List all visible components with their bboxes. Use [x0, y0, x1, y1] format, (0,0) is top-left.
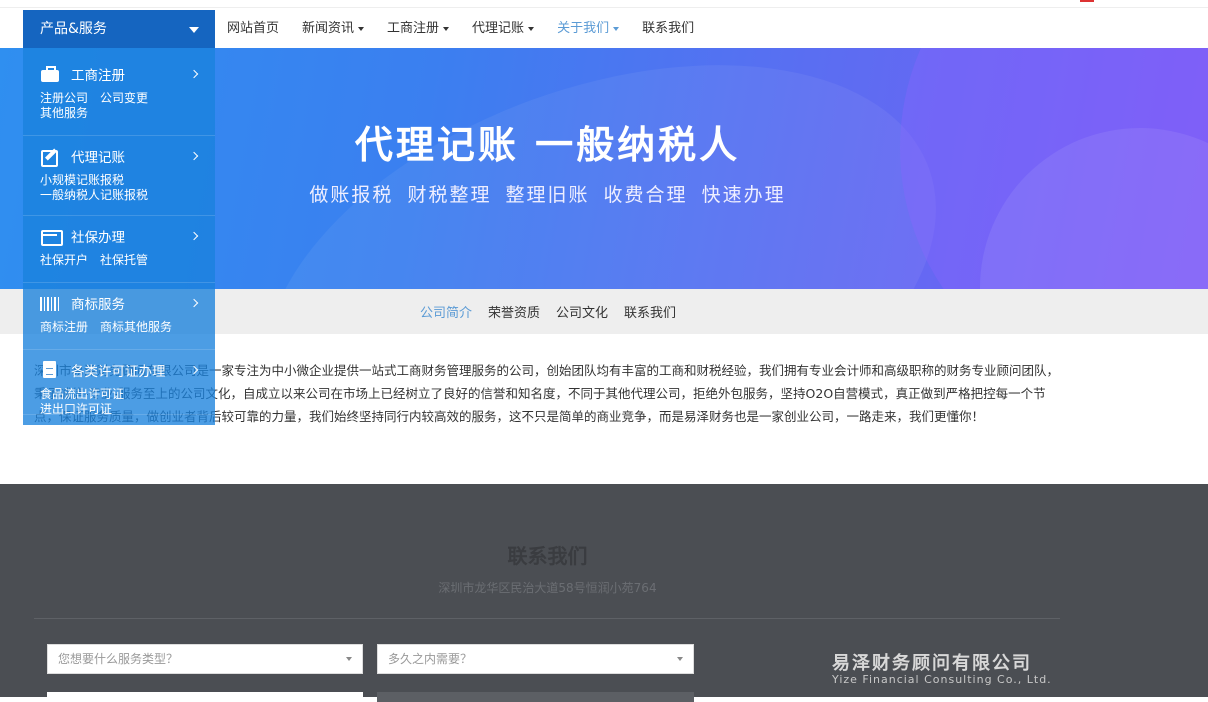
subnav-tab[interactable]: 公司文化: [556, 302, 608, 321]
contact-title: 联系我们: [507, 544, 588, 568]
top-strip: [0, 0, 1208, 8]
menu-section-header[interactable]: 各类许可证办理: [40, 360, 166, 380]
briefcase-icon: [40, 65, 60, 83]
caret-down-icon: [528, 27, 535, 31]
edit-icon: [40, 147, 60, 167]
timeframe-select[interactable]: 多久之内需要？: [377, 644, 694, 674]
subnav-items: 公司简介 荣誉资质 公司文化 联系我们: [420, 289, 692, 334]
chevron-right-icon: [189, 69, 199, 79]
menu-sub-link[interactable]: 小规模记账报税: [40, 173, 124, 187]
menu-sub-link[interactable]: 其他服务: [40, 106, 88, 120]
menu-section: 社保办理社保开户 社保托管: [23, 216, 215, 283]
timeframe-placeholder: 多久之内需要？: [388, 652, 473, 666]
document-icon: [40, 361, 60, 379]
nav-link-label: 关于我们: [557, 21, 610, 36]
menu-section-title: 社保办理: [71, 230, 125, 246]
nav-link[interactable]: 联系我们: [642, 10, 694, 48]
menu-section-title: 工商注册: [71, 68, 125, 84]
service-type-placeholder: 您想要什么服务类型？: [58, 652, 179, 666]
chevron-right-icon: [189, 231, 199, 241]
nav-link[interactable]: 新闻资讯: [302, 10, 365, 48]
menu-section-links: 社保开户 社保托管: [40, 253, 210, 268]
card-icon: [40, 227, 63, 246]
menu-section: 各类许可证办理食品流出许可证 进出口许可证: [23, 350, 215, 417]
subnav-tab[interactable]: 公司简介: [420, 302, 472, 321]
menu-section-links: 食品流出许可证 进出口许可证: [40, 387, 210, 417]
product-dropdown-menu: 工商注册注册公司 公司变更 其他服务代理记账小规模记账报税 一般纳税人记账报税社保办理…: [23, 48, 215, 425]
menu-section-header[interactable]: 商标服务: [40, 293, 125, 313]
menu-section-header[interactable]: 工商注册: [40, 64, 125, 84]
menu-section: 商标服务商标注册 商标其他服务: [23, 283, 215, 350]
menu-sub-link[interactable]: 商标其他服务: [100, 320, 172, 334]
caret-down-icon: [613, 27, 620, 31]
company-name-en: Yize Financial Consulting Co., Ltd.: [832, 673, 1052, 686]
menu-sub-link[interactable]: 注册公司: [40, 91, 88, 105]
menu-section: 代理记账小规模记账报税 一般纳税人记账报税: [23, 136, 215, 216]
menu-section-header[interactable]: 代理记账: [40, 146, 125, 167]
chevron-right-icon: [189, 151, 199, 161]
main-nav: 产品&服务 网站首页 新闻资讯 工商注册 代理记账 关于我们 联系我们: [0, 8, 1208, 48]
service-type-select[interactable]: 您想要什么服务类型？: [47, 644, 363, 674]
phone-input[interactable]: [377, 692, 694, 702]
chevron-right-icon: [189, 298, 199, 308]
nav-link-label: 工商注册: [387, 21, 440, 36]
menu-sub-link[interactable]: 进出口许可证: [40, 402, 112, 416]
top-accent: [1080, 0, 1094, 2]
menu-section-title: 各类许可证办理: [71, 364, 166, 380]
menu-section-links: 注册公司 公司变更 其他服务: [40, 91, 210, 121]
subnav-tab[interactable]: 荣誉资质: [488, 302, 540, 321]
chevron-down-icon: [346, 657, 352, 661]
name-input[interactable]: [47, 692, 363, 702]
menu-sub-link[interactable]: 商标注册: [40, 320, 88, 334]
menu-section-links: 商标注册 商标其他服务: [40, 320, 210, 335]
nav-link-label: 联系我们: [642, 21, 695, 36]
nav-link-label: 网站首页: [227, 21, 280, 36]
contact-address: 深圳市龙华区民治大道58号恒润小苑764: [438, 581, 657, 595]
menu-section-title: 商标服务: [71, 297, 125, 313]
nav-link[interactable]: 关于我们: [557, 10, 620, 48]
nav-link-label: 代理记账: [472, 21, 525, 36]
menu-section-links: 小规模记账报税 一般纳税人记账报税: [40, 173, 210, 203]
menu-section-header[interactable]: 社保办理: [40, 226, 125, 246]
chevron-down-icon: [677, 657, 683, 661]
product-services-label: 产品&服务: [40, 21, 107, 37]
caret-down-icon: [189, 27, 199, 33]
nav-link-label: 新闻资讯: [302, 21, 355, 36]
nav-links: 网站首页 新闻资讯 工商注册 代理记账 关于我们 联系我们: [227, 10, 717, 48]
menu-sub-link[interactable]: 一般纳税人记账报税: [40, 188, 148, 202]
menu-sub-link[interactable]: 公司变更: [100, 91, 148, 105]
caret-down-icon: [358, 27, 365, 31]
chevron-right-icon: [189, 365, 199, 375]
contact-footer: 联系我们 深圳市龙华区民治大道58号恒润小苑764 您想要什么服务类型？ 多久之…: [0, 484, 1208, 702]
nav-link[interactable]: 代理记账: [472, 10, 535, 48]
menu-section: 工商注册注册公司 公司变更 其他服务: [23, 54, 215, 136]
menu-sub-link[interactable]: 社保托管: [100, 253, 148, 267]
barcode-icon: [40, 297, 60, 311]
nav-link[interactable]: 网站首页: [227, 10, 279, 48]
subnav-tab[interactable]: 联系我们: [624, 302, 676, 321]
menu-sub-link[interactable]: 食品流出许可证: [40, 387, 124, 401]
company-name-cn: 易泽财务顾问有限公司: [832, 653, 1032, 674]
menu-section-title: 代理记账: [71, 150, 125, 166]
product-services-menu-button[interactable]: 产品&服务: [23, 10, 215, 48]
menu-sub-link[interactable]: 社保开户: [40, 253, 88, 267]
nav-link[interactable]: 工商注册: [387, 10, 450, 48]
caret-down-icon: [443, 27, 450, 31]
footer-divider: [34, 618, 1060, 619]
